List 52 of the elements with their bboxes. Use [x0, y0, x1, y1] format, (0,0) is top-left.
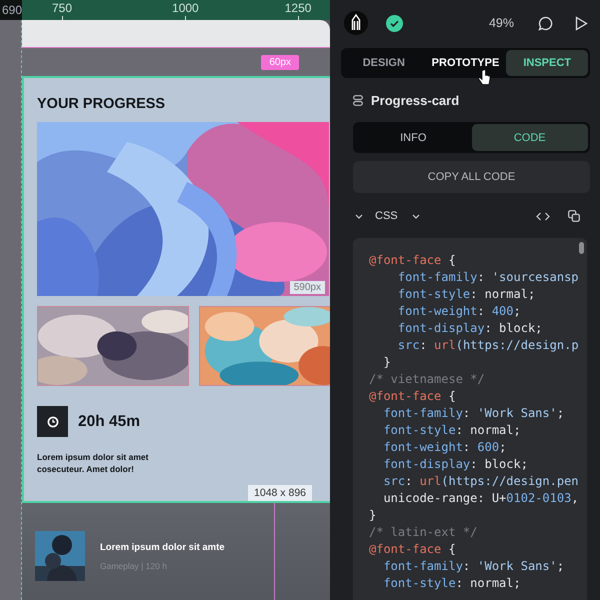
- code-line: font-family: 'Work Sans';: [382, 558, 566, 575]
- language-label: CSS: [375, 210, 398, 222]
- duration-text: 20h 45m: [78, 412, 140, 430]
- copy-icon[interactable]: [568, 210, 580, 222]
- layer-icon: [353, 95, 363, 106]
- code-line: font-family: 'Work Sans';: [382, 405, 566, 422]
- tab[interactable]: INSPECT: [506, 50, 588, 76]
- size-badge: 1048 x 896: [248, 485, 312, 501]
- collapse-chevron-icon[interactable]: [355, 214, 363, 218]
- ruler-label: 690: [0, 0, 22, 20]
- width-badge: 590px: [290, 281, 325, 294]
- app-logo[interactable]: [344, 11, 368, 35]
- code-line: src: url(https://design.p: [396, 337, 580, 354]
- clock-icon: [37, 406, 68, 437]
- spacing-badge: 60px: [261, 54, 299, 70]
- ruler-label: 750: [52, 0, 72, 17]
- play-icon[interactable]: [575, 16, 588, 30]
- tab[interactable]: CODE: [472, 124, 588, 151]
- code-line: @font-face {: [369, 252, 457, 269]
- zoom-level[interactable]: 49%: [488, 16, 514, 30]
- code-line: font-weight: 600;: [382, 439, 508, 456]
- scrollbar[interactable]: [579, 242, 584, 254]
- code-icon[interactable]: [536, 212, 550, 220]
- code-line: font-weight: 400;: [396, 303, 522, 320]
- layer-name: Progress-card: [371, 93, 460, 108]
- code-line: font-style: normal;: [382, 575, 522, 592]
- code-line: font-style: normal;: [396, 286, 536, 303]
- code-line: @font-face {: [369, 541, 457, 558]
- code-line: unicode-range: U+0102-0103,: [382, 490, 580, 507]
- copy-all-code-button[interactable]: COPY ALL CODE: [353, 161, 590, 193]
- ruler-label: 1250: [284, 0, 312, 17]
- comment-icon[interactable]: [538, 16, 553, 30]
- card-title: YOUR PROGRESS: [37, 96, 166, 112]
- code-line: font-display: block;: [382, 456, 529, 473]
- progress-card[interactable]: YOUR PROGRESS 590px 20h 45m Lorem ipsum dolor sit amet cosecuteur. Amet dolor! 1048 x 896: [22, 76, 330, 503]
- code-line: font-display: block;: [396, 320, 544, 337]
- tab[interactable]: DESIGN: [343, 50, 425, 76]
- saved-check-icon: [386, 14, 403, 32]
- tab[interactable]: INFO: [355, 124, 472, 151]
- code-line: @font-face {: [369, 388, 457, 405]
- card-description: Lorem ipsum dolor sit amet cosecuteur. Amet dolor!: [37, 451, 150, 475]
- code-line: }: [382, 354, 392, 371]
- tab[interactable]: PROTOTYPE: [424, 50, 506, 76]
- ruler-label: 1000: [172, 0, 199, 17]
- code-line: /* vietnamese */: [369, 371, 486, 388]
- dropdown-chevron-icon[interactable]: [412, 214, 420, 218]
- code-line: font-style: normal;: [382, 422, 522, 439]
- code-line: src: url(https://design.pen: [382, 473, 580, 490]
- code-line: font-family: 'sourcesansp: [396, 269, 580, 286]
- code-line: /* latin-ext */: [369, 524, 478, 541]
- item-title: Lorem ipsum dolor sit amte: [100, 542, 225, 553]
- code-line: }: [369, 507, 378, 524]
